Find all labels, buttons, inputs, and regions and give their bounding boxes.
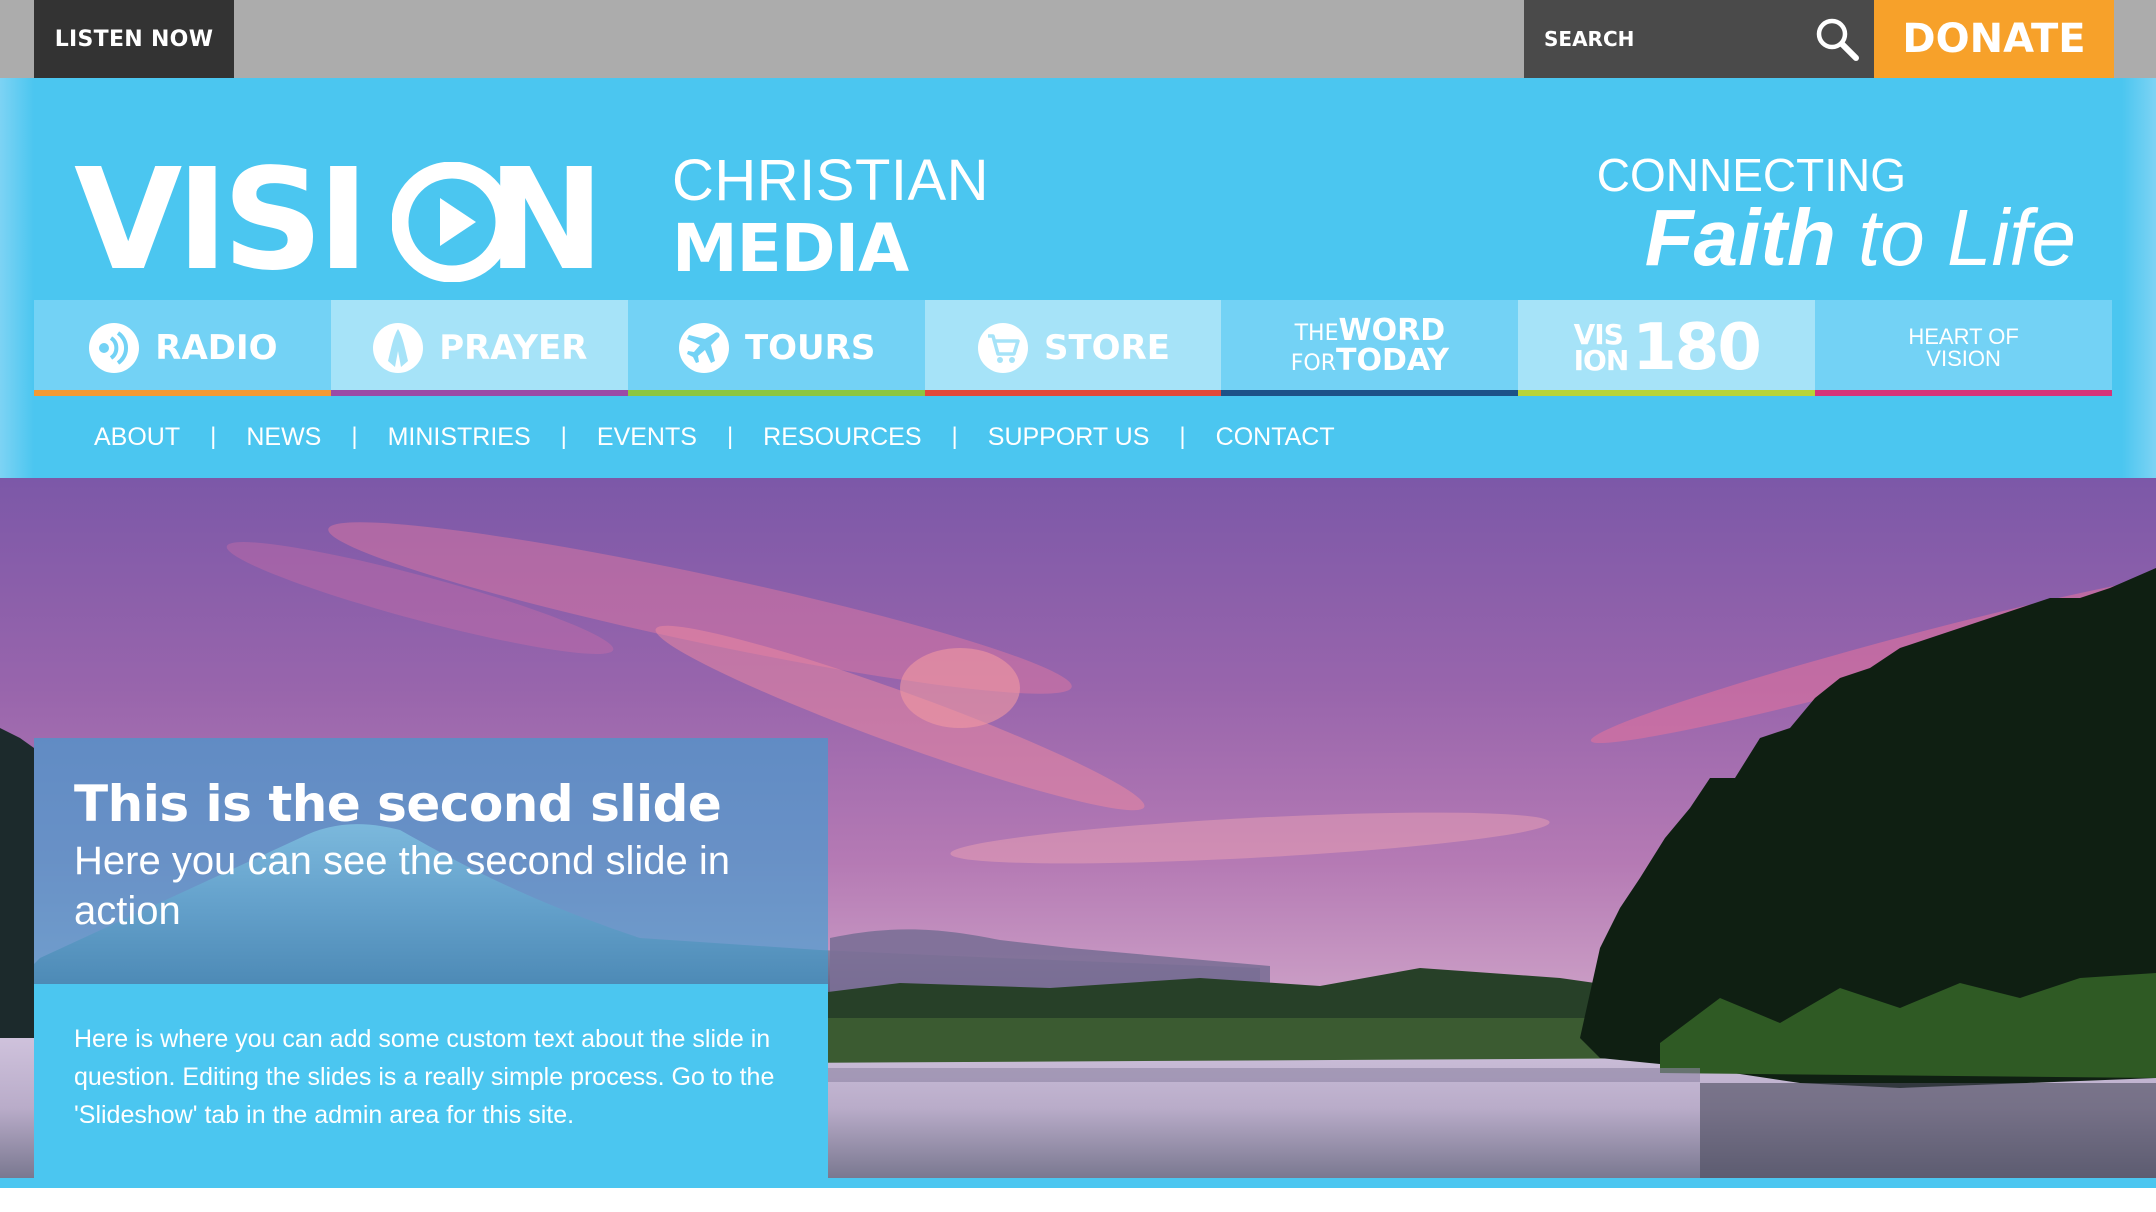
- sub-nav: ABOUT | NEWS | MINISTRIES | EVENTS | RES…: [94, 396, 1335, 478]
- hero-bottom-border: [0, 1178, 2156, 1188]
- slide-subtitle: Here you can see the second slide in act…: [74, 839, 730, 933]
- logo-christian-text: CHRISTIAN: [672, 148, 990, 213]
- category-underline: [1518, 390, 1816, 396]
- logo-media-text: MEDIA: [672, 210, 909, 287]
- search-box[interactable]: SEARCH: [1524, 0, 1874, 78]
- category-store[interactable]: STORE: [924, 300, 1222, 396]
- nav-separator: |: [1179, 423, 1186, 450]
- nav-ministries[interactable]: MINISTRIES: [388, 423, 531, 452]
- slide-body-text: Here is where you can add some custom te…: [74, 1025, 775, 1129]
- category-tours[interactable]: TOURS: [627, 300, 925, 396]
- nav-support-us[interactable]: SUPPORT US: [988, 423, 1150, 452]
- logo-vision-text: VISI N: [74, 139, 605, 302]
- nav-resources[interactable]: RESOURCES: [763, 423, 921, 452]
- nav-separator: |: [210, 423, 217, 450]
- radio-icon: [89, 323, 140, 373]
- category-vision180[interactable]: VIS ION 180: [1518, 300, 1816, 396]
- category-heart-of-vision[interactable]: HEART OF VISION: [1815, 300, 2113, 396]
- category-label: TOURS: [744, 328, 876, 368]
- category-underline: [1815, 390, 2113, 396]
- nav-separator: |: [351, 423, 358, 450]
- search-input[interactable]: SEARCH: [1544, 0, 1794, 78]
- slide-caption-header: This is the second slide Here you can se…: [34, 738, 828, 984]
- nav-events[interactable]: EVENTS: [597, 423, 697, 452]
- category-word-for-today[interactable]: THEWORD FORTODAY: [1221, 300, 1519, 396]
- donate-button[interactable]: DONATE: [1874, 0, 2114, 78]
- site-header: VISI N CHRISTIAN MEDIA CONNECTING Faith t…: [0, 78, 2156, 478]
- nav-contact[interactable]: CONTACT: [1216, 423, 1335, 452]
- tagline: CONNECTING Faith to Life: [1597, 150, 2076, 282]
- top-bar: LISTEN NOW SEARCH DONATE: [0, 0, 2156, 78]
- tagline-faith-to-life: Faith to Life: [1644, 193, 2076, 282]
- header-inner: VISI N CHRISTIAN MEDIA CONNECTING Faith t…: [34, 78, 2113, 478]
- slide-title: This is the second slide: [74, 775, 722, 833]
- play-icon: [392, 162, 512, 282]
- search-icon[interactable]: [1814, 16, 1860, 62]
- word-for-today-logo: THEWORD FORTODAY: [1290, 313, 1449, 378]
- site-logo[interactable]: VISI N CHRISTIAN MEDIA: [74, 139, 989, 302]
- nav-separator: |: [560, 423, 567, 450]
- category-label: PRAYER: [439, 328, 588, 368]
- slide-caption-body: Here is where you can add some custom te…: [34, 984, 828, 1178]
- nav-about[interactable]: ABOUT: [94, 423, 180, 452]
- vision180-logo: VIS ION 180: [1573, 311, 1762, 385]
- nav-news[interactable]: NEWS: [246, 423, 321, 452]
- category-prayer[interactable]: PRAYER: [330, 300, 628, 396]
- category-label: RADIO: [155, 328, 278, 368]
- prayer-icon: [373, 323, 424, 373]
- plane-icon: [678, 323, 729, 373]
- category-nav: RADIO PRAYER TOURS STORE THEWORD FORTODA…: [34, 300, 2113, 396]
- cart-icon: [978, 323, 1028, 373]
- nav-separator: |: [951, 423, 958, 450]
- slide-caption: This is the second slide Here you can se…: [34, 738, 828, 1178]
- listen-now-button[interactable]: LISTEN NOW: [34, 0, 234, 78]
- category-label: STORE: [1044, 328, 1170, 368]
- nav-separator: |: [726, 423, 734, 450]
- heart-of-vision-label: HEART OF VISION: [1908, 324, 2019, 371]
- category-radio[interactable]: RADIO: [34, 300, 331, 396]
